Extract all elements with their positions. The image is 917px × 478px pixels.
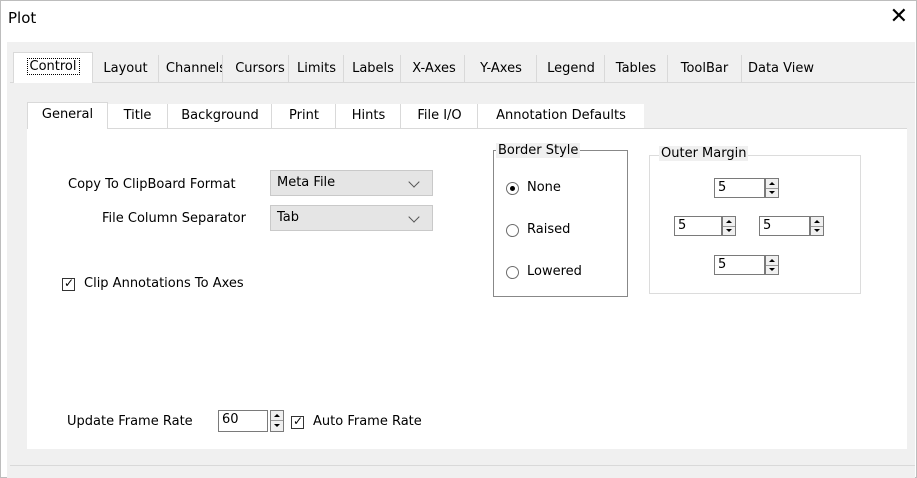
tab-data-view[interactable]: Data View bbox=[741, 55, 820, 82]
column-separator-label: File Column Separator bbox=[102, 211, 246, 226]
border-lowered-radio[interactable] bbox=[506, 266, 519, 279]
auto-frame-rate-label: Auto Frame Rate bbox=[313, 414, 422, 429]
frame-rate-spinner[interactable] bbox=[270, 410, 284, 432]
window-title: Plot bbox=[8, 9, 37, 27]
tab-control[interactable]: Control bbox=[13, 52, 93, 83]
inner-tab-label: File I/O bbox=[417, 108, 462, 123]
inner-tab-hints[interactable]: Hints bbox=[335, 104, 401, 128]
border-none-radio[interactable] bbox=[506, 182, 519, 195]
border-style-title: Border Style bbox=[496, 143, 581, 158]
tab-y-axes[interactable]: Y-Axes bbox=[464, 55, 537, 82]
update-frame-rate-label: Update Frame Rate bbox=[67, 414, 193, 429]
border-raised-radio[interactable] bbox=[506, 224, 519, 237]
clipboard-format-select[interactable]: Meta File bbox=[270, 170, 433, 196]
tab-label: Limits bbox=[297, 61, 336, 76]
tab-label: Cursors bbox=[235, 61, 285, 76]
inner-tab-title[interactable]: Title bbox=[106, 104, 168, 128]
inner-tab-print[interactable]: Print bbox=[271, 104, 336, 128]
tab-label: ToolBar bbox=[680, 61, 729, 76]
margin-top-spinner[interactable] bbox=[765, 178, 779, 198]
check-icon: ✓ bbox=[293, 414, 304, 428]
tab-label: Legend bbox=[547, 61, 595, 76]
border-none-label: None bbox=[527, 180, 561, 195]
inner-tab-file-i-o[interactable]: File I/O bbox=[400, 104, 478, 128]
clipboard-format-label: Copy To ClipBoard Format bbox=[68, 177, 236, 192]
tab-label: Labels bbox=[352, 61, 394, 76]
clip-annotations-checkbox[interactable]: ✓ bbox=[62, 276, 75, 291]
column-separator-value: Tab bbox=[277, 210, 300, 225]
clipboard-format-value: Meta File bbox=[277, 175, 336, 190]
inner-tab-general[interactable]: General bbox=[27, 102, 108, 129]
tab-label: Control bbox=[26, 58, 80, 75]
tab-cursors[interactable]: Cursors bbox=[222, 55, 297, 82]
inner-tab-annotation-defaults[interactable]: Annotation Defaults bbox=[477, 104, 644, 128]
chevron-down-icon bbox=[408, 176, 420, 188]
inner-tab-label: Print bbox=[289, 108, 319, 123]
tab-label: Layout bbox=[103, 61, 148, 76]
margin-bottom-input[interactable]: 5 bbox=[714, 255, 765, 275]
tab-label: Data View bbox=[747, 61, 815, 76]
auto-frame-rate-checkbox[interactable]: ✓ bbox=[291, 414, 304, 429]
border-raised-label: Raised bbox=[527, 222, 571, 237]
margin-right-spinner[interactable] bbox=[810, 216, 824, 236]
tab-labels[interactable]: Labels bbox=[343, 55, 402, 82]
clip-annotations-label: Clip Annotations To Axes bbox=[84, 276, 244, 291]
outer-margin-title: Outer Margin bbox=[659, 146, 749, 161]
inner-tab-label: General bbox=[41, 107, 94, 122]
tab-label: Tables bbox=[615, 61, 657, 76]
border-lowered-label: Lowered bbox=[527, 264, 582, 279]
inner-tab-background[interactable]: Background bbox=[167, 104, 272, 128]
close-icon[interactable]: ✕ bbox=[890, 4, 908, 30]
tab-label: X-Axes bbox=[412, 61, 456, 76]
tab-limits[interactable]: Limits bbox=[288, 55, 344, 82]
tab-layout[interactable]: Layout bbox=[92, 55, 158, 82]
tab-label: Channels bbox=[165, 61, 227, 76]
inner-tab-label: Title bbox=[123, 108, 152, 123]
tab-toolbar[interactable]: ToolBar bbox=[667, 55, 741, 82]
check-icon: ✓ bbox=[64, 276, 75, 290]
margin-bottom-spinner[interactable] bbox=[765, 255, 779, 275]
margin-right-input[interactable]: 5 bbox=[759, 216, 810, 236]
tab-label: Y-Axes bbox=[480, 61, 522, 76]
inner-tab-label: Background bbox=[181, 108, 259, 123]
tab-legend[interactable]: Legend bbox=[536, 55, 605, 82]
tab-tables[interactable]: Tables bbox=[604, 55, 667, 82]
margin-top-input[interactable]: 5 bbox=[714, 178, 765, 198]
inner-tab-label: Hints bbox=[351, 108, 386, 123]
chevron-down-icon bbox=[408, 211, 420, 223]
margin-left-input[interactable]: 5 bbox=[674, 216, 722, 236]
radio-selected-dot bbox=[510, 186, 515, 191]
frame-rate-input[interactable]: 60 bbox=[218, 410, 268, 432]
inner-tab-label: Annotation Defaults bbox=[496, 108, 626, 123]
margin-left-spinner[interactable] bbox=[722, 216, 736, 236]
tab-x-axes[interactable]: X-Axes bbox=[400, 55, 467, 82]
column-separator-select[interactable]: Tab bbox=[270, 205, 433, 231]
